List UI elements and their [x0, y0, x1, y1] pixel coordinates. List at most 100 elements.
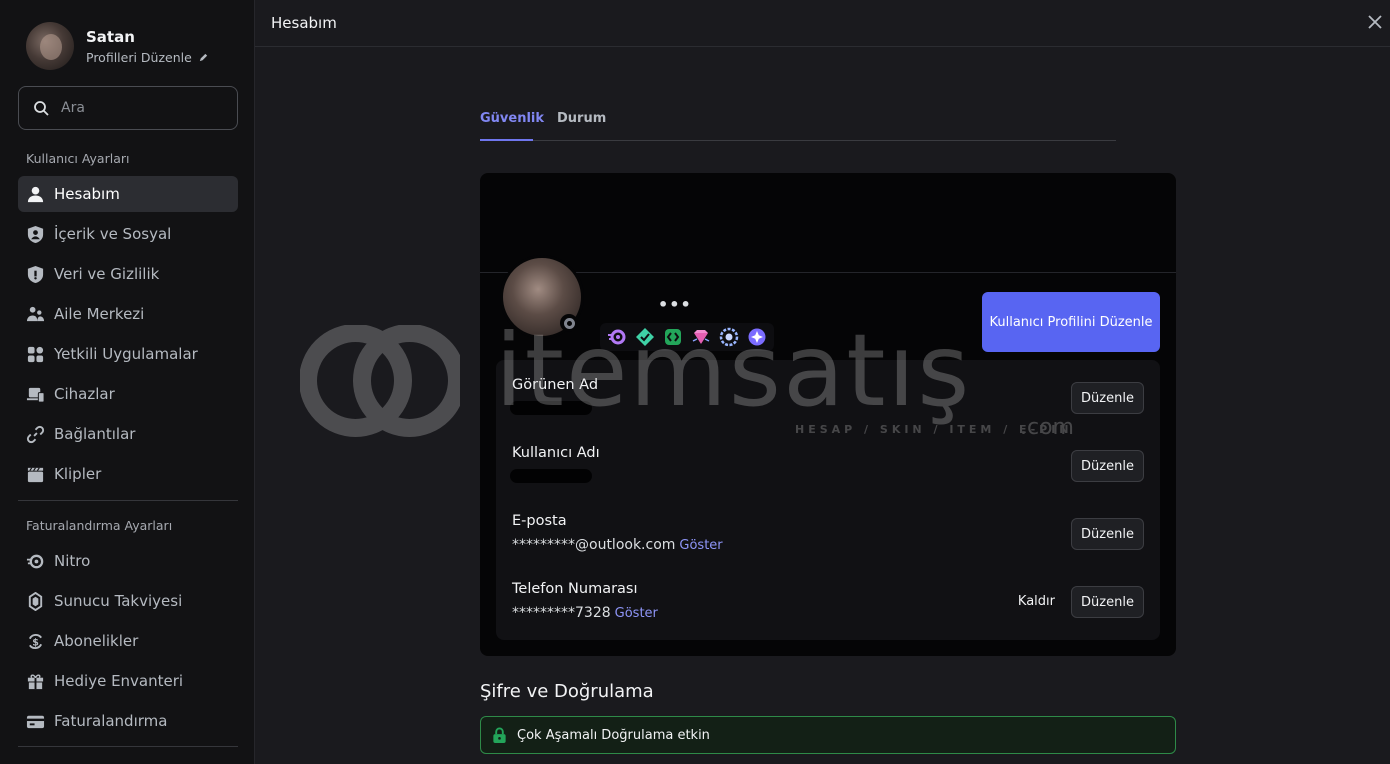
email-row: E-posta *********@outlook.com Göster Düze…	[512, 509, 1144, 569]
account-tabs: Güvenlik Durum	[480, 108, 1116, 141]
remove-phone-button[interactable]: Kaldır	[1018, 594, 1055, 609]
gift-icon	[27, 673, 44, 689]
family-icon	[26, 306, 45, 321]
link-icon	[26, 425, 45, 443]
badge-list	[600, 323, 774, 351]
sidebar-item-data-privacy[interactable]: Veri ve Gizlilik	[18, 256, 238, 292]
sidebar-item-content-social[interactable]: İçerik ve Sosyal	[18, 216, 238, 252]
lock-icon	[493, 727, 506, 743]
sidebar-item-label: Veri ve Gizlilik	[54, 265, 160, 283]
sidebar-item-label: Yetkili Uygulamalar	[54, 345, 198, 363]
quest-badge-icon[interactable]	[746, 326, 768, 348]
phone-row: Telefon Numarası *********7328 Göster Kal…	[512, 577, 1144, 637]
profile-card: ••• Kullanıcı Profilini Düzenle Görünen …	[480, 173, 1176, 656]
edit-phone-button[interactable]: Düzenle	[1071, 586, 1144, 618]
display-name-label: Görünen Ad	[512, 377, 599, 393]
username-label: Kullanıcı Adı	[512, 445, 600, 461]
shield-person-icon	[27, 225, 44, 243]
status-indicator	[560, 314, 578, 332]
hypesquad-badge-icon[interactable]	[634, 326, 656, 348]
sidebar-item-clips[interactable]: Klipler	[18, 456, 238, 492]
active-dev-badge-icon[interactable]	[662, 326, 684, 348]
sidebar-item-subscriptions[interactable]: $ Abonelikler	[18, 623, 238, 659]
phone-value: *********7328	[512, 605, 611, 621]
sidebar-item-label: Hesabım	[54, 185, 120, 203]
edit-user-profile-button[interactable]: Kullanıcı Profilini Düzenle	[982, 292, 1160, 352]
svg-text:$: $	[32, 637, 39, 648]
email-label: E-posta	[512, 513, 567, 529]
edit-display-name-button[interactable]: Düzenle	[1071, 382, 1144, 414]
boost-icon	[28, 591, 43, 611]
sidebar-item-label: Faturalandırma	[54, 712, 168, 730]
sidebar-item-label: İçerik ve Sosyal	[54, 225, 172, 243]
more-options-icon[interactable]: •••	[658, 295, 692, 314]
sidebar-item-authorized-apps[interactable]: Yetkili Uygulamalar	[18, 336, 238, 372]
phone-value-line: *********7328 Göster	[512, 605, 658, 621]
nitro-badge-icon[interactable]	[606, 326, 628, 348]
display-name-row: Görünen Ad Düzenle	[510, 373, 1144, 433]
billing-settings-title: Faturalandırma Ayarları	[26, 518, 173, 533]
phone-label: Telefon Numarası	[512, 581, 638, 597]
search-icon	[34, 101, 49, 116]
sidebar-item-label: Hediye Envanteri	[54, 672, 184, 690]
page-title: Hesabım	[271, 14, 337, 32]
apps-icon	[27, 346, 44, 362]
watermark-logo-icon	[300, 325, 460, 437]
sidebar-item-label: Nitro	[54, 552, 91, 570]
show-phone-link[interactable]: Göster	[615, 606, 658, 621]
redacted-value	[510, 469, 592, 483]
sidebar-item-billing[interactable]: Faturalandırma	[18, 703, 238, 739]
email-value: *********@outlook.com	[512, 537, 676, 553]
edit-profiles-label: Profilleri Düzenle	[86, 49, 192, 65]
sidebar-item-server-boost[interactable]: Sunucu Takviyesi	[18, 583, 238, 619]
top-bar: Hesabım	[255, 0, 1390, 47]
subscription-icon: $	[28, 633, 43, 649]
search-input[interactable]	[61, 100, 221, 116]
user-name: Satan	[86, 27, 135, 46]
sidebar-divider	[18, 500, 238, 501]
card-icon	[26, 715, 45, 728]
close-icon[interactable]	[1366, 13, 1384, 31]
edit-email-button[interactable]: Düzenle	[1071, 518, 1144, 550]
sidebar-item-connections[interactable]: Bağlantılar	[18, 416, 238, 452]
edit-username-button[interactable]: Düzenle	[1071, 450, 1144, 482]
sidebar-item-label: Abonelikler	[54, 632, 139, 650]
offline-status-icon	[563, 317, 575, 329]
boost-badge-icon[interactable]	[718, 326, 740, 348]
account-fields: Görünen Ad Düzenle Kullanıcı Adı Düzenle…	[496, 360, 1160, 640]
nitro-icon	[26, 554, 44, 568]
tab-security[interactable]: Güvenlik	[480, 111, 544, 126]
banner-divider	[480, 272, 1176, 273]
shield-lock-icon	[27, 265, 44, 283]
gem-badge-icon[interactable]	[690, 326, 712, 348]
sidebar-item-label: Sunucu Takviyesi	[54, 592, 183, 610]
devices-icon	[26, 387, 45, 403]
avatar[interactable]	[26, 22, 74, 70]
sidebar-item-my-account[interactable]: Hesabım	[18, 176, 238, 212]
redacted-value	[510, 401, 592, 415]
email-value-line: *********@outlook.com Göster	[512, 537, 723, 553]
mfa-status-text: Çok Aşamalı Doğrulama etkin	[517, 727, 710, 743]
sidebar-item-label: Bağlantılar	[54, 425, 136, 443]
show-email-link[interactable]: Göster	[679, 538, 722, 553]
sidebar-item-gift-inventory[interactable]: Hediye Envanteri	[18, 663, 238, 699]
settings-sidebar: Satan Profilleri Düzenle Kullanıcı Ayarl…	[0, 0, 255, 764]
tab-status[interactable]: Durum	[557, 111, 606, 126]
username-row: Kullanıcı Adı Düzenle	[510, 441, 1144, 501]
active-tab-indicator	[480, 139, 533, 141]
sidebar-item-nitro[interactable]: Nitro	[18, 543, 238, 579]
user-settings-title: Kullanıcı Ayarları	[26, 151, 130, 166]
sidebar-divider	[18, 746, 238, 747]
mfa-status-banner: Çok Aşamalı Doğrulama etkin	[480, 716, 1176, 754]
password-auth-heading: Şifre ve Doğrulama	[480, 681, 654, 702]
sidebar-item-devices[interactable]: Cihazlar	[18, 376, 238, 412]
clapper-icon	[27, 467, 44, 482]
search-box[interactable]	[18, 86, 238, 130]
user-panel[interactable]: Satan Profilleri Düzenle	[26, 22, 209, 70]
sidebar-item-label: Cihazlar	[54, 385, 115, 403]
sidebar-item-family-center[interactable]: Aile Merkezi	[18, 296, 238, 332]
sidebar-item-label: Aile Merkezi	[54, 305, 145, 323]
sidebar-item-label: Klipler	[54, 465, 102, 483]
edit-profiles-link[interactable]: Profilleri Düzenle	[86, 50, 209, 65]
pencil-icon	[199, 53, 207, 61]
